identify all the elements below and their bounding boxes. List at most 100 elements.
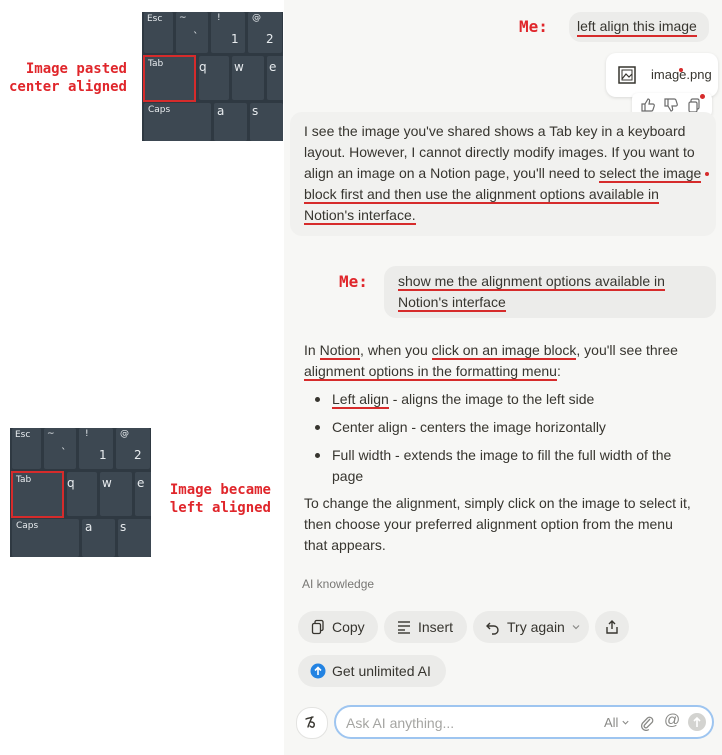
key-tilde: ~ ` — [176, 12, 208, 53]
bullet-desc: page — [332, 468, 364, 484]
copy-icon — [311, 619, 324, 635]
tab-highlight-box — [11, 471, 64, 518]
chevron-down-icon — [572, 625, 580, 630]
key-w: w — [100, 472, 132, 516]
reply-line: that appears. — [304, 537, 386, 553]
upgrade-arrow-icon — [310, 663, 326, 679]
ask-ai-input[interactable]: Ask AI anything... All @ — [334, 705, 714, 739]
annotation-line: Image became — [169, 482, 271, 498]
user-message-text: show me the alignment options available … — [398, 271, 665, 313]
key-esc: Esc — [144, 12, 173, 53]
me-label: Me: — [339, 272, 368, 291]
annotation-line: Image pasted — [25, 61, 127, 77]
me-label: Me: — [519, 17, 548, 36]
reply-fragment: , when you — [360, 342, 432, 358]
reply-line: I see the image you've shared shows a Ta… — [304, 123, 686, 139]
reply-line: then choose your preferred alignment opt… — [304, 516, 673, 532]
try-again-label: Try again — [507, 619, 565, 635]
bullet-desc: - centers the image horizontally — [407, 419, 606, 435]
undo-arrow-icon — [486, 622, 499, 635]
bullet-desc: - aligns the image to the left side — [388, 391, 595, 407]
reply-highlight: Notion's interface. — [304, 207, 416, 225]
user-message: show me the alignment options available … — [384, 266, 716, 318]
share-button[interactable] — [595, 611, 629, 643]
key-caps: Caps — [144, 103, 211, 141]
key-s: s — [250, 103, 283, 141]
get-unlimited-ai-button[interactable]: Get unlimited AI — [298, 655, 446, 687]
insert-icon — [398, 621, 410, 634]
copy-small-icon[interactable] — [686, 97, 702, 113]
key-a: a — [82, 519, 115, 557]
reply-line: layout. However, I cannot directly modif… — [304, 144, 695, 160]
key-e: e — [135, 472, 151, 516]
model-select[interactable]: All — [604, 715, 630, 730]
key-1: ! 1 — [211, 12, 245, 53]
reply-fragment: , you'll see three — [576, 342, 678, 358]
tab-highlight-box — [143, 55, 196, 102]
thumbs-down-icon[interactable] — [663, 97, 679, 113]
reply-highlight: select the image — [599, 165, 702, 183]
annotation-line: center aligned — [8, 79, 127, 95]
keyboard-image-left: Esc ~ ` ! 1 @2 Tab q w e Caps a s — [10, 428, 151, 557]
thumbs-up-icon[interactable] — [640, 97, 656, 113]
ai-chat-panel: Me: left align this image image.png I se… — [284, 0, 722, 755]
bullet-desc: - extends the image to fill the full wid… — [391, 447, 672, 463]
key-caps: Caps — [12, 519, 79, 557]
reply-line: In Notion, when you click on an image bl… — [304, 340, 714, 361]
user-message-line: show me the alignment options available … — [398, 273, 665, 291]
reply-highlight: click on an image block — [431, 342, 577, 360]
image-file-icon — [618, 66, 636, 84]
bullet-dot — [315, 453, 320, 458]
reply-fragment: In — [304, 342, 320, 358]
key-s: s — [118, 519, 151, 557]
user-message-line: Notion's interface — [398, 294, 506, 312]
insert-button-label: Insert — [418, 619, 454, 635]
share-icon — [606, 620, 618, 634]
notion-ai-face-icon — [305, 716, 315, 728]
mention-icon[interactable]: @ — [664, 712, 680, 730]
bullet-item: Center align - centers the image horizon… — [304, 417, 714, 438]
key-q: q — [67, 472, 97, 516]
try-again-button[interactable]: Try again — [473, 611, 589, 643]
bullet-term: Left align — [332, 391, 389, 409]
key-w: w — [232, 56, 264, 100]
annotation-dot — [705, 172, 710, 177]
key-a: a — [214, 103, 247, 141]
key-e: e — [267, 56, 283, 100]
send-arrow-icon — [693, 716, 701, 727]
keyboard-image-centered: Esc ~ ` ! 1 @2 Tab q w e Caps a s — [142, 12, 283, 141]
bullet-term: Full width — [332, 447, 392, 463]
bullet-dot — [315, 425, 320, 430]
reply-line: Notion's interface. — [304, 205, 714, 226]
get-unlimited-label: Get unlimited AI — [332, 663, 431, 679]
ai-reply-card: I see the image you've shared shows a Ta… — [290, 112, 716, 236]
model-select-label: All — [604, 715, 619, 730]
reply-highlight: Notion — [319, 342, 361, 360]
key-2: @2 — [116, 428, 150, 469]
ai-avatar — [296, 707, 328, 739]
reply-line: To change the alignment, simply click on… — [304, 495, 691, 511]
annotation-dot — [679, 68, 683, 72]
copy-button[interactable]: Copy — [298, 611, 378, 643]
bullet-item: Left align - aligns the image to the lef… — [304, 389, 714, 410]
reply-line: alignment options in the formatting menu… — [304, 361, 714, 382]
input-placeholder: Ask AI anything... — [346, 715, 455, 731]
key-1: ! 1 — [79, 428, 113, 469]
reply-fragment: align an image on a Notion page, you'll … — [304, 165, 600, 181]
insert-button[interactable]: Insert — [384, 611, 467, 643]
user-message-text: left align this image — [577, 18, 697, 37]
annotation-line: left aligned — [169, 500, 271, 516]
annotation-dot — [700, 94, 705, 99]
attachment-chip[interactable]: image.png — [606, 53, 718, 97]
copy-button-label: Copy — [332, 619, 365, 635]
bullet-dot — [315, 397, 320, 402]
key-esc: Esc — [12, 428, 41, 469]
key-q: q — [199, 56, 229, 100]
bullet-item: Full width - extends the image to fill t… — [304, 445, 714, 487]
reply-line: block first and then use the alignment o… — [304, 184, 714, 205]
reply-outro: To change the alignment, simply click on… — [304, 493, 714, 556]
paperclip-icon[interactable] — [640, 715, 654, 731]
reply-fragment: : — [556, 363, 561, 379]
bullet-term: Center align — [332, 419, 408, 435]
send-button[interactable] — [688, 713, 706, 731]
